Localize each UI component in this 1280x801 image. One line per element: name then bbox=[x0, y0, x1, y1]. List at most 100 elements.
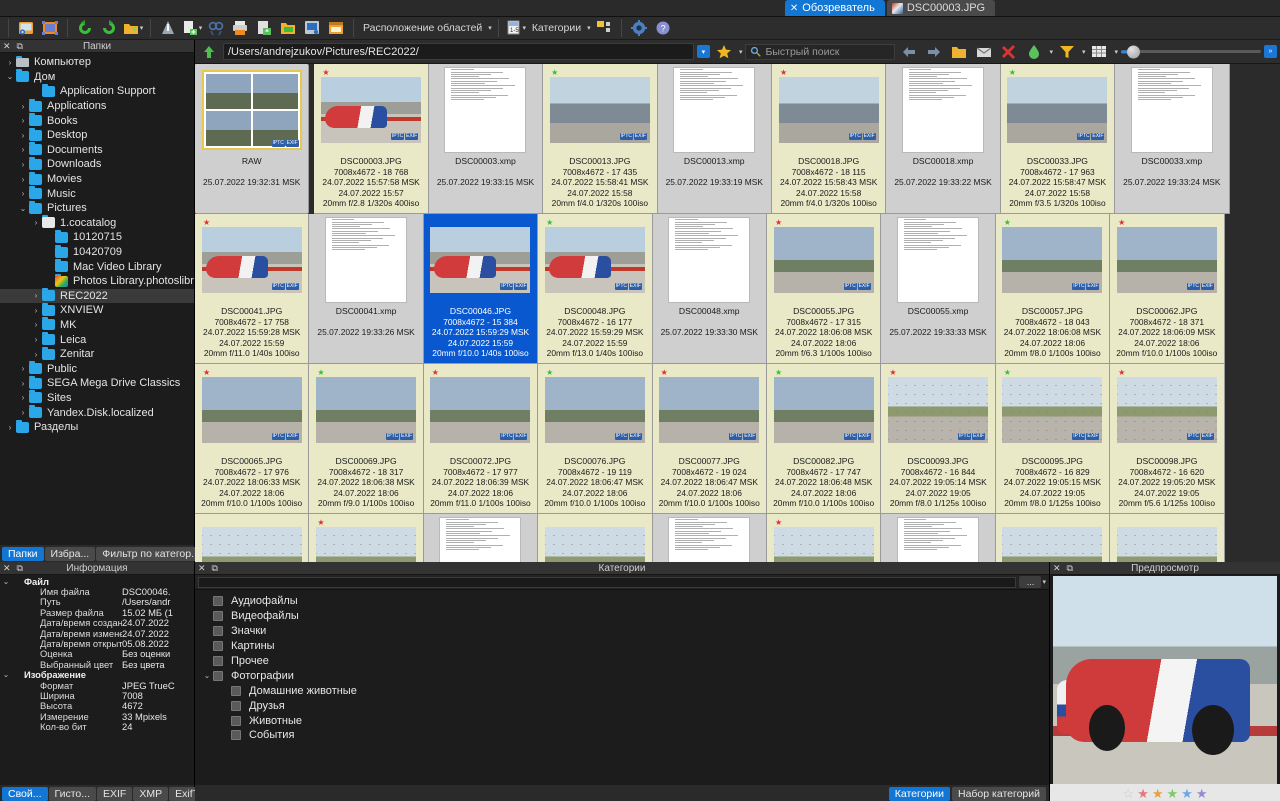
thumbnail-image[interactable]: IPTCEXIF★ bbox=[424, 364, 537, 456]
category-row[interactable]: Аудиофайлы bbox=[195, 594, 1049, 609]
undock-icon[interactable]: ⧉ bbox=[14, 563, 26, 574]
chevron-down-icon[interactable]: ▾ bbox=[739, 48, 743, 56]
sidebar-item-компьютер[interactable]: › Компьютер bbox=[0, 55, 194, 70]
thumbnail-image[interactable]: IPTCEXIF★ bbox=[314, 64, 427, 156]
sidebar-item-1-cocatalog[interactable]: › 1.cocatalog bbox=[0, 215, 194, 231]
thumbnail-cell[interactable]: IPTC EXIF ★ DSC00033.JPG 7008x4672 - 17 963 2… bbox=[1000, 64, 1116, 214]
thumbnail-cell[interactable]: IPTC EXIF ★ DSC00062.JPG 7008x4672 - 18 371 2… bbox=[1110, 214, 1225, 364]
thumbnail-image[interactable]: IPTCEXIF★ bbox=[195, 364, 308, 456]
sidebar-item-public[interactable]: › Public bbox=[0, 361, 194, 376]
chevron-right-icon[interactable]: › bbox=[17, 408, 29, 417]
search-input[interactable]: Быстрый поиск bbox=[745, 43, 896, 60]
thumbnail-cell[interactable]: IPTC EXIF ★ DSC00065.JPG 7008x4672 - 17 976 2… bbox=[195, 364, 310, 514]
sidebar-item-sites[interactable]: › Sites bbox=[0, 390, 194, 406]
thumbnail-image[interactable] bbox=[653, 514, 766, 562]
categories-tree[interactable]: Аудиофайлы Видеофайлы Значки Картины Прочее ⌄… bbox=[195, 590, 1049, 785]
convert-icon[interactable]: ▾ bbox=[122, 17, 144, 39]
chevron-down-icon[interactable]: ⌄ bbox=[0, 577, 12, 586]
thumbnail-cell[interactable]: DSC00041.xmp 25.07.2022 19:33:26 MSK bbox=[309, 214, 424, 364]
info-icon[interactable] bbox=[157, 17, 179, 39]
color-tag-icon[interactable] bbox=[1023, 41, 1045, 63]
screenshot-icon[interactable] bbox=[301, 17, 323, 39]
category-checkbox[interactable] bbox=[213, 626, 223, 637]
thumbnail-cell[interactable]: IPTC EXIF ★ DSC00095.JPG 7008x4672 - 16 829 2… bbox=[995, 364, 1111, 514]
thumbnail-cell[interactable]: IPTC EXIF ★ DSC00069.JPG 7008x4672 - 18 317 2… bbox=[309, 364, 424, 514]
sidebar-item-leica[interactable]: › Leica bbox=[0, 332, 194, 347]
category-checkbox[interactable] bbox=[213, 670, 223, 681]
chevron-down-icon[interactable]: ⌄ bbox=[4, 72, 16, 81]
chevron-down-icon[interactable]: ▾ bbox=[140, 24, 144, 32]
rating-star-1[interactable]: ★ bbox=[1137, 787, 1149, 800]
thumbnail-cell[interactable]: DSC00048.xmp 25.07.2022 19:33:30 MSK bbox=[652, 214, 767, 364]
thumbnail-cell[interactable]: IPTCEXIF★ bbox=[309, 514, 424, 562]
sidebar-item-downloads[interactable]: › Downloads bbox=[0, 156, 194, 172]
mail-icon[interactable] bbox=[973, 41, 995, 63]
more-options-icon[interactable]: » bbox=[1264, 45, 1277, 58]
sidebar-item-applications[interactable]: › Applications bbox=[0, 98, 194, 114]
rating-star-2[interactable]: ★ bbox=[1152, 787, 1164, 800]
thumbnail-cell[interactable]: IPTC EXIF ★ DSC00077.JPG 7008x4672 - 19 024 2… bbox=[652, 364, 767, 514]
thumbnail-cell[interactable]: DSC00018.xmp 25.07.2022 19:33:22 MSK bbox=[886, 64, 1001, 214]
chevron-right-icon[interactable]: › bbox=[30, 306, 42, 315]
thumbnail-image[interactable] bbox=[886, 64, 999, 156]
tag-panel-icon[interactable] bbox=[593, 17, 615, 39]
help-icon[interactable]: ? bbox=[652, 17, 674, 39]
thumbnail-image[interactable] bbox=[1115, 64, 1228, 156]
category-row[interactable]: Друзья bbox=[195, 698, 1049, 713]
close-icon[interactable]: ✕ bbox=[1050, 563, 1064, 574]
rating-star-0[interactable]: ☆ bbox=[1123, 787, 1135, 800]
thumbnail-image[interactable]: IPTCEXIF bbox=[538, 514, 651, 562]
thumbnail-cell[interactable]: IPTCEXIF★ bbox=[766, 514, 882, 562]
tab-папки[interactable]: Папки bbox=[2, 546, 44, 561]
close-icon[interactable]: ✕ bbox=[195, 563, 209, 574]
category-checkbox[interactable] bbox=[231, 700, 241, 711]
chevron-down-icon[interactable]: ▾ bbox=[523, 24, 527, 32]
rating-star-3[interactable]: ★ bbox=[1167, 787, 1179, 800]
tab-image[interactable]: DSC00003.JPG bbox=[886, 0, 996, 16]
export-icon[interactable] bbox=[253, 17, 275, 39]
sidebar-item-zenitar[interactable]: › Zenitar bbox=[0, 346, 194, 362]
region-layout-label[interactable]: Расположение областей bbox=[360, 22, 485, 34]
rotate-left-icon[interactable] bbox=[74, 17, 96, 39]
delete-icon[interactable] bbox=[998, 41, 1020, 63]
thumbnail-image[interactable]: IPTCEXIF bbox=[195, 514, 308, 562]
thumbnail-image[interactable]: IPTCEXIF★ bbox=[996, 214, 1109, 306]
category-row[interactable]: ⌄ Фотографии bbox=[195, 668, 1049, 683]
thumbnail-image[interactable]: IPTCEXIF★ bbox=[309, 364, 422, 456]
thumbnail-cell[interactable] bbox=[881, 514, 996, 562]
thumbnail-image[interactable] bbox=[881, 214, 994, 306]
thumbnail-cell[interactable]: IPTC EXIF ★ DSC00003.JPG 7008x4672 - 18 768 2… bbox=[314, 64, 429, 214]
chevron-right-icon[interactable]: › bbox=[4, 58, 16, 67]
chevron-down-icon[interactable]: ▾ bbox=[199, 24, 203, 32]
thumbnail-image[interactable]: IPTCEXIF★ bbox=[767, 514, 880, 562]
chevron-right-icon[interactable]: › bbox=[4, 423, 16, 432]
undock-icon[interactable]: ⧉ bbox=[14, 41, 26, 52]
category-checkbox[interactable] bbox=[213, 641, 223, 652]
arrow-right-icon[interactable] bbox=[923, 41, 945, 63]
undock-icon[interactable]: ⧉ bbox=[209, 563, 221, 574]
thumbnail-mode-icon[interactable]: 1-5 ▾ bbox=[505, 17, 527, 39]
chevron-down-icon[interactable]: ▾ bbox=[488, 24, 492, 32]
chevron-right-icon[interactable]: › bbox=[17, 189, 29, 198]
tab-фильтр-по-категор-[interactable]: Фильтр по категор... bbox=[96, 546, 206, 561]
path-input[interactable]: /Users/andrejzukov/Pictures/REC2022/ bbox=[223, 43, 694, 60]
find-duplicates-icon[interactable] bbox=[205, 17, 227, 39]
thumbnail-image[interactable] bbox=[429, 64, 542, 156]
chevron-right-icon[interactable]: › bbox=[17, 116, 29, 125]
thumbnail-image[interactable] bbox=[881, 514, 994, 562]
folder-image-icon[interactable] bbox=[277, 17, 299, 39]
category-row[interactable]: Животные bbox=[195, 713, 1049, 728]
sidebar-item-rec2022[interactable]: › REC2022 bbox=[0, 288, 194, 304]
thumbnail-image[interactable] bbox=[653, 214, 766, 306]
undock-icon[interactable]: ⧉ bbox=[1064, 563, 1076, 574]
thumbnail-cell[interactable]: IPTC EXIF DSC00046.JPG 7008x4672 - 15 384 24… bbox=[423, 214, 539, 364]
category-row[interactable]: Картины bbox=[195, 639, 1049, 654]
thumbnail-cell[interactable]: IPTCEXIF bbox=[1110, 514, 1225, 562]
thumbnail-image[interactable]: IPTCEXIF bbox=[1110, 514, 1223, 562]
category-checkbox[interactable] bbox=[231, 685, 241, 696]
select-icon[interactable] bbox=[39, 17, 61, 39]
print-icon[interactable] bbox=[229, 17, 251, 39]
folder-new-icon[interactable] bbox=[948, 41, 970, 63]
thumbnail-grid-wrapper[interactable]: IPTC EXIF RAW 25.07.2022 19:32:31 MSK IPTC… bbox=[195, 64, 1280, 562]
thumbnail-image[interactable]: IPTCEXIF★ bbox=[1110, 214, 1223, 306]
